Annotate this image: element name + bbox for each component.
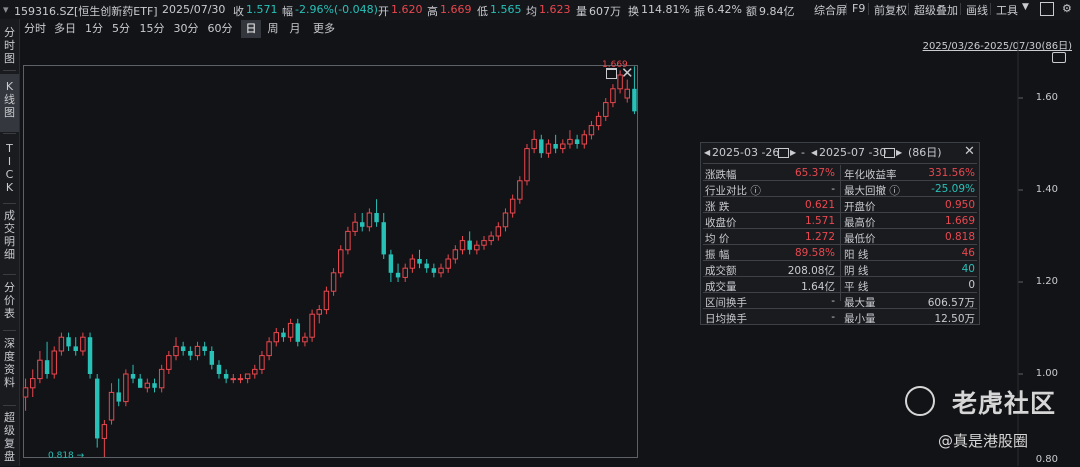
period-day[interactable]: 日 [241,20,261,38]
toolbar-tools[interactable]: 工具 [996,2,1018,18]
selection-range-box[interactable] [23,65,638,458]
sidebar-tab-intraday-chart[interactable]: 分时图 [0,22,19,68]
date-range-label[interactable]: 2025/03/26-2025/07/30(86日) [923,37,1072,52]
chevron-down-icon[interactable]: ▼ [1022,2,1029,12]
toolbar-super-overlay[interactable]: 超级叠加 [914,2,958,18]
close-label: 收 [233,5,244,18]
y-axis-label: 0.80 [1035,454,1058,465]
tiger-logo-icon [905,386,935,416]
panel-toggle-icon[interactable] [1040,2,1054,16]
sidebar-tab-kline-chart[interactable]: K线图 [0,74,19,132]
stats-value: -25.09% [931,183,975,195]
vol-label: 量 [576,5,587,18]
period-15min[interactable]: 15分 [137,20,167,38]
period-more[interactable]: 更多 [308,20,340,38]
next-start-icon[interactable]: ▶ [790,144,796,162]
toolbar-drawing[interactable]: 画线 [966,2,988,18]
stats-value: - [831,295,835,307]
stats-value: 1.272 [804,231,835,243]
quote-info-bar: ▾ 159316.SZ[恒生创新药ETF] 2025/07/30 收 1.571… [0,0,1080,20]
period-multiday[interactable]: 多日 [50,20,80,38]
low-value: 1.565 [490,3,522,16]
change-label: 幅 [282,5,293,18]
turnover-label: 换 [628,5,639,18]
period-intraday[interactable]: 分时 [20,20,50,38]
calendar-icon[interactable] [778,148,789,158]
toolbar-f9[interactable]: F9 [852,2,865,15]
y-axis-label: 1.40 [1035,184,1058,195]
period-bar: 分时 多日 1分 5分 15分 30分 60分 日 周 月 更多 [20,19,440,41]
symbol-label: 159316.SZ[恒生创新药ETF] [14,5,158,18]
panel-end-date[interactable]: 2025-07 -30 [819,144,886,162]
y-axis-label: 1.60 [1035,92,1058,103]
period-30min[interactable]: 30分 [171,20,201,38]
sidebar-tab-trade-detail[interactable]: 成交明细 [0,207,19,271]
turnover-value: 114.81% [641,3,690,16]
stats-value: 0.950 [944,199,975,211]
toolbar-composite-screen[interactable]: 综合屏 [814,2,847,18]
chart-settings-icon[interactable] [1052,52,1066,63]
high-value: 1.669 [440,3,472,16]
close-value: 1.571 [246,3,278,16]
interval-stats-panel: ◀ 2025-03 -26 ▶ - ◀ 2025-07 -30 ▶ (86日) … [700,142,980,325]
stats-value: - [831,311,835,323]
date-separator: - [801,146,805,159]
vol-value: 607万 [589,5,621,18]
avg-value: 1.623 [539,3,571,16]
period-5min[interactable]: 5分 [109,20,133,38]
next-end-icon[interactable]: ▶ [896,144,902,162]
period-60min[interactable]: 60分 [205,20,235,38]
panel-start-date[interactable]: 2025-03 -26 [712,144,779,162]
view-sidebar: 分时图 K线图 TICK 成交明细 分价表 深度资料 超级复盘 [0,19,20,466]
stats-value: 65.37% [794,167,835,179]
stats-value: 331.56% [928,167,975,179]
low-marker-label: 0.818 → [48,451,85,461]
stats-value: 1.571 [804,215,835,227]
sidebar-tab-tick[interactable]: TICK [0,138,19,204]
y-axis-label: 1.00 [1035,368,1058,379]
sidebar-tab-price-table[interactable]: 分价表 [0,279,19,329]
amount-value: 9.84亿 [759,5,795,18]
sidebar-tab-super-review[interactable]: 超级复盘 [0,409,19,467]
amount-label: 额 [746,5,757,18]
open-value: 1.620 [391,3,423,16]
high-marker-label: 1.669 [602,60,628,70]
stats-value: - [831,183,835,195]
amp-label: 振 [694,5,705,18]
stats-value: 0 [968,279,975,291]
watermark-author: @真是港股圈 [938,432,1029,450]
low-label: 低 [477,5,488,18]
toolbar-forward-adjust[interactable]: 前复权 [874,2,907,18]
close-icon[interactable]: ✕ [964,143,975,161]
calendar-icon[interactable] [884,148,895,158]
period-month[interactable]: 月 [285,20,305,38]
open-label: 开 [378,5,389,18]
period-week[interactable]: 周 [263,20,283,38]
stats-value: 0.621 [804,199,835,211]
settings-icon[interactable]: ⚙ [1062,2,1072,15]
collapse-icon[interactable]: ▾ [3,3,9,16]
quote-date: 2025/07/30 [162,3,226,16]
stats-value: 1.669 [944,215,975,227]
watermark-brand: 老虎社区 [952,389,1057,418]
y-axis-label: 1.20 [1035,276,1058,287]
stats-value: 0.818 [944,231,975,243]
panel-day-count: (86日) [908,146,942,159]
stats-value: 46 [961,247,975,259]
high-label: 高 [427,5,438,18]
change-value: -2.96%(-0.048) [295,3,378,16]
stats-value: 89.58% [794,247,835,259]
avg-label: 均 [526,5,537,18]
prev-start-icon[interactable]: ◀ [704,144,710,162]
period-1min[interactable]: 1分 [82,20,106,38]
stats-value: 40 [961,263,975,275]
sidebar-tab-depth-data[interactable]: 深度资料 [0,335,19,399]
amp-value: 6.42% [707,3,742,16]
stats-row: 日均换手 - 最小量 12.50万 [701,309,979,325]
prev-end-icon[interactable]: ◀ [811,144,817,162]
